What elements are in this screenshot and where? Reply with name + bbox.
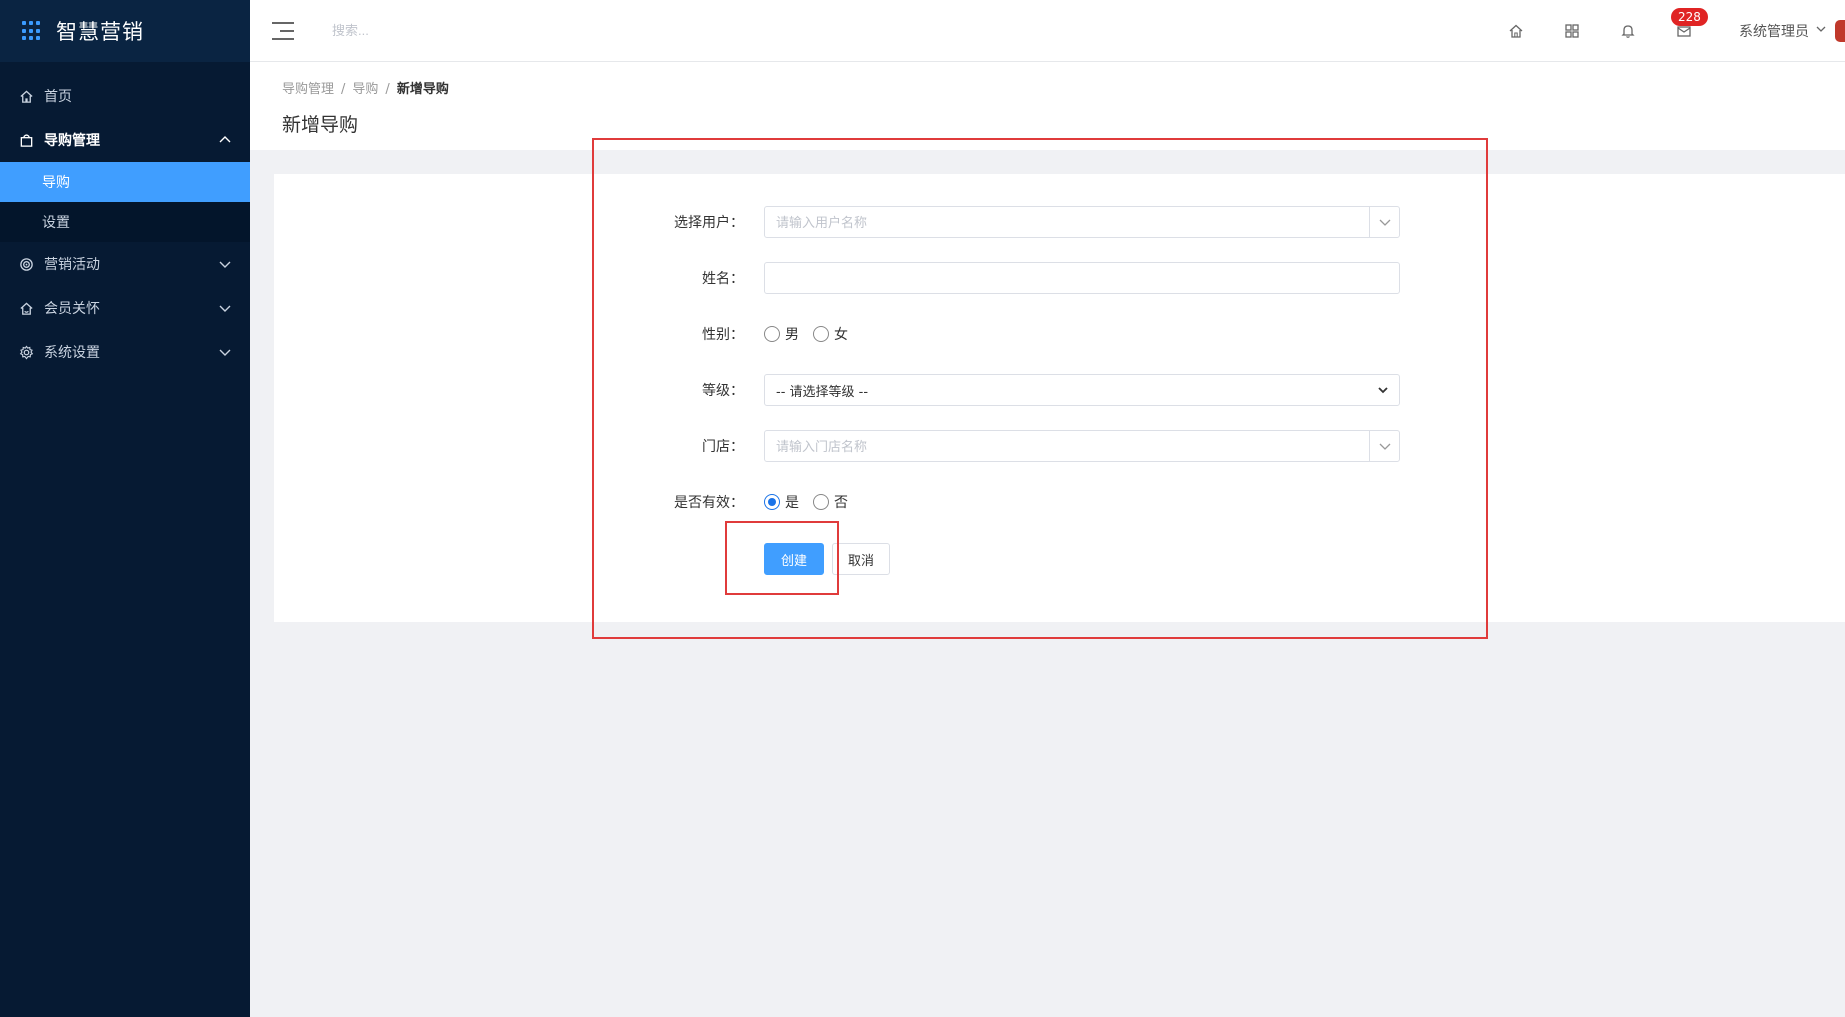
radio-circle[interactable]: [813, 494, 829, 510]
radio-circle[interactable]: [813, 326, 829, 342]
sidebar-item-system-settings[interactable]: 系统设置: [0, 330, 250, 374]
bell-icon[interactable]: [1619, 22, 1637, 40]
valid-radio-yes[interactable]: 是: [764, 492, 799, 512]
submenu-guide-management: 导购 设置: [0, 162, 250, 242]
gender-label: 性别：: [702, 327, 744, 343]
chevron-up-icon: [218, 133, 232, 147]
search-input[interactable]: [332, 23, 632, 38]
form-card: 选择用户： 姓名： 性别： 男 女 等级： -- 请选: [274, 174, 1845, 622]
user-combobox[interactable]: [764, 206, 1400, 238]
form-row-user: 选择用户：: [274, 206, 1845, 238]
user-input[interactable]: [776, 214, 1336, 230]
sidebar-subitem-settings[interactable]: 设置: [0, 202, 250, 242]
home-icon[interactable]: [1507, 22, 1525, 40]
sidebar-item-label: 系统设置: [44, 345, 100, 361]
sidebar-subitem-label: 设置: [42, 215, 70, 231]
name-label: 姓名：: [702, 271, 744, 287]
gender-radio-female[interactable]: 女: [813, 324, 848, 344]
valid-radio-group: 是 否: [764, 492, 862, 512]
breadcrumb-item[interactable]: 导购: [352, 82, 378, 97]
name-field-wrap: [764, 262, 1400, 294]
breadcrumb-current: 新增导购: [396, 82, 449, 97]
form-row-valid: 是否有效： 是 否: [274, 486, 1845, 518]
header-actions: 228 系统管理员: [1507, 0, 1845, 62]
radio-label: 女: [834, 327, 848, 343]
chevron-down-icon[interactable]: [1369, 207, 1399, 237]
valid-label: 是否有效：: [674, 495, 744, 511]
user-menu[interactable]: 系统管理员: [1739, 21, 1809, 41]
sidebar-item-member-care[interactable]: 会员关怀: [0, 286, 250, 330]
logo[interactable]: 智慧营销: [0, 0, 250, 62]
chevron-down-icon: [218, 301, 232, 315]
sidebar-item-label: 首页: [44, 89, 72, 105]
sidebar-item-guide-management[interactable]: 导购管理: [0, 118, 250, 162]
menu-toggle-icon[interactable]: [272, 21, 294, 40]
radio-label: 是: [785, 495, 799, 511]
level-select[interactable]: -- 请选择等级 --: [764, 374, 1400, 406]
store-label: 门店：: [702, 439, 744, 455]
radio-label: 男: [785, 327, 799, 343]
level-select-value: -- 请选择等级 --: [776, 384, 869, 400]
sidebar-item-marketing[interactable]: 营销活动: [0, 242, 250, 286]
app-title: 智慧营销: [56, 20, 144, 44]
sidebar-item-label: 导购管理: [44, 133, 100, 149]
chevron-down-icon: [218, 257, 232, 271]
home-icon: [18, 88, 34, 104]
form-row-level: 等级： -- 请选择等级 --: [274, 374, 1845, 406]
page-title: 新增导购: [282, 114, 359, 136]
sidebar-item-home[interactable]: 首页: [0, 74, 250, 118]
apps-grid-icon: [22, 21, 42, 41]
form-row-name: 姓名：: [274, 262, 1845, 294]
target-icon: [18, 256, 34, 272]
bag-icon: [18, 132, 34, 148]
breadcrumb-item[interactable]: 导购管理: [282, 82, 334, 97]
breadcrumb-separator: /: [385, 82, 390, 97]
avatar[interactable]: [1835, 20, 1845, 42]
page-header: 导购管理 / 导购 / 新增导购 新增导购: [250, 62, 1845, 150]
level-label: 等级：: [702, 383, 744, 399]
create-button[interactable]: 创建: [764, 543, 824, 575]
sidebar-item-label: 会员关怀: [44, 301, 100, 317]
radio-circle-checked[interactable]: [764, 494, 780, 510]
radio-circle[interactable]: [764, 326, 780, 342]
cancel-button[interactable]: 取消: [832, 543, 890, 575]
sidebar-subitem-label: 导购: [42, 175, 70, 191]
sidebar-item-label: 营销活动: [44, 257, 100, 273]
sidebar-menu: 首页 导购管理 导购 设置 营销活动 会员关怀 系统设置: [0, 62, 250, 374]
chevron-down-icon: [1377, 384, 1389, 400]
apps-grid-icon[interactable]: [1563, 22, 1581, 40]
valid-radio-no[interactable]: 否: [813, 492, 848, 512]
chevron-down-icon[interactable]: [1815, 23, 1827, 39]
breadcrumb: 导购管理 / 导购 / 新增导购: [282, 78, 449, 97]
name-input[interactable]: [776, 270, 1336, 286]
store-input[interactable]: [776, 438, 1336, 454]
top-header: 228 系统管理员: [250, 0, 1845, 62]
sidebar-subitem-guide[interactable]: 导购: [0, 162, 250, 202]
gender-radio-group: 男 女: [764, 324, 862, 344]
member-home-icon: [18, 300, 34, 316]
store-combobox[interactable]: [764, 430, 1400, 462]
mail-icon[interactable]: 228: [1671, 8, 1708, 40]
gender-radio-male[interactable]: 男: [764, 324, 799, 344]
radio-label: 否: [834, 495, 848, 511]
gear-icon: [18, 344, 34, 360]
notification-badge: 228: [1671, 8, 1708, 26]
sidebar: 智慧营销 首页 导购管理 导购 设置 营销活动 会员关怀 系统设置: [0, 0, 250, 1017]
form-row-gender: 性别： 男 女: [274, 318, 1845, 350]
user-label: 选择用户：: [674, 215, 744, 231]
form-row-store: 门店：: [274, 430, 1845, 462]
breadcrumb-separator: /: [341, 82, 346, 97]
chevron-down-icon[interactable]: [1369, 431, 1399, 461]
chevron-down-icon: [218, 345, 232, 359]
